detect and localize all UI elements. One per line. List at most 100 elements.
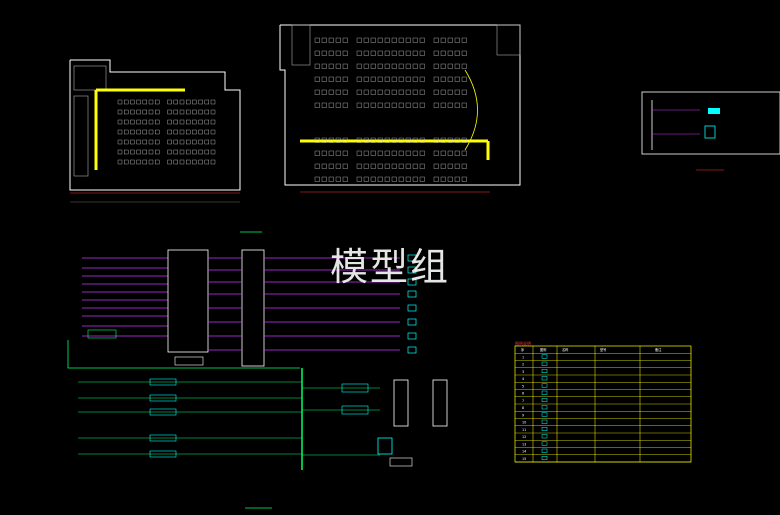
seat <box>412 102 418 108</box>
seat <box>185 149 191 155</box>
seating-area-lecture-hall <box>314 37 467 182</box>
output-device <box>407 290 417 298</box>
seat <box>154 109 160 115</box>
legend-row-number: 4 <box>522 377 524 381</box>
seat <box>154 99 160 105</box>
seat <box>363 63 369 69</box>
seat <box>185 109 191 115</box>
seat <box>142 159 148 165</box>
seat <box>154 139 160 145</box>
seat <box>342 102 348 108</box>
seat <box>363 150 369 156</box>
seat <box>412 50 418 56</box>
legend-row-number: 10 <box>522 421 526 425</box>
seat <box>391 76 397 82</box>
legend-row-number: 5 <box>522 384 524 388</box>
seat <box>130 159 135 165</box>
legend-row-number: 11 <box>522 428 526 432</box>
seat <box>314 76 320 82</box>
legend-symbol-icon <box>541 369 548 373</box>
seat <box>142 129 148 135</box>
processor-rack <box>241 249 265 367</box>
seat <box>148 129 154 135</box>
seat <box>447 50 453 56</box>
seat <box>185 159 191 165</box>
seat <box>328 89 334 95</box>
seat <box>419 89 425 95</box>
seat <box>123 119 129 125</box>
seat <box>210 129 216 135</box>
seat <box>335 63 341 69</box>
legend-symbol-icon <box>541 361 548 366</box>
seat <box>328 63 334 69</box>
seat <box>461 102 467 108</box>
seat <box>321 76 327 82</box>
seat <box>192 129 197 135</box>
seat <box>167 159 172 165</box>
seat <box>167 139 172 145</box>
seat <box>391 163 397 169</box>
seat <box>440 102 446 108</box>
seat <box>179 109 185 115</box>
seat <box>419 63 425 69</box>
legend-row-number: 1 <box>522 355 524 359</box>
seat <box>117 139 123 145</box>
seat <box>384 37 390 43</box>
legend-symbol-icon <box>541 419 548 424</box>
seat <box>179 139 185 145</box>
seat <box>461 37 467 43</box>
detail-plan <box>641 91 780 171</box>
seat <box>370 176 376 182</box>
seat <box>356 150 362 156</box>
seat <box>173 149 179 155</box>
seat <box>335 176 341 182</box>
seat <box>204 149 210 155</box>
seat <box>440 150 446 156</box>
seat <box>123 109 129 115</box>
seat <box>398 163 404 169</box>
seat <box>123 139 129 145</box>
seat <box>314 102 320 108</box>
seat <box>440 37 446 43</box>
seat <box>363 176 369 182</box>
seat <box>198 129 203 135</box>
seat <box>398 63 404 69</box>
seat <box>398 37 404 43</box>
seat <box>363 76 369 82</box>
seat <box>370 102 376 108</box>
seat <box>391 50 397 56</box>
output-device <box>407 346 417 354</box>
seat <box>130 149 135 155</box>
seat <box>412 150 418 156</box>
seat <box>377 163 383 169</box>
seat <box>130 119 135 125</box>
seat <box>342 150 348 156</box>
seat <box>321 89 327 95</box>
seat <box>130 109 135 115</box>
seat <box>377 37 383 43</box>
seat <box>148 149 154 155</box>
seat <box>433 163 439 169</box>
seat <box>356 163 362 169</box>
legend-symbol-icon <box>541 427 548 431</box>
seat <box>454 50 460 56</box>
legend-row-number: 6 <box>522 392 524 396</box>
seat <box>405 102 411 108</box>
seat <box>356 176 362 182</box>
output-device <box>407 318 417 326</box>
seat <box>454 176 460 182</box>
seat <box>173 109 179 115</box>
seat <box>384 150 390 156</box>
seat <box>454 102 460 108</box>
seat <box>412 63 418 69</box>
legend-header-model: 型号 <box>600 347 606 352</box>
seat <box>130 139 135 145</box>
seat <box>363 37 369 43</box>
legend-row-number: 8 <box>522 406 524 410</box>
seat <box>328 102 334 108</box>
seat <box>461 163 467 169</box>
seat <box>204 159 210 165</box>
seat <box>405 50 411 56</box>
seat <box>412 163 418 169</box>
seat <box>412 89 418 95</box>
